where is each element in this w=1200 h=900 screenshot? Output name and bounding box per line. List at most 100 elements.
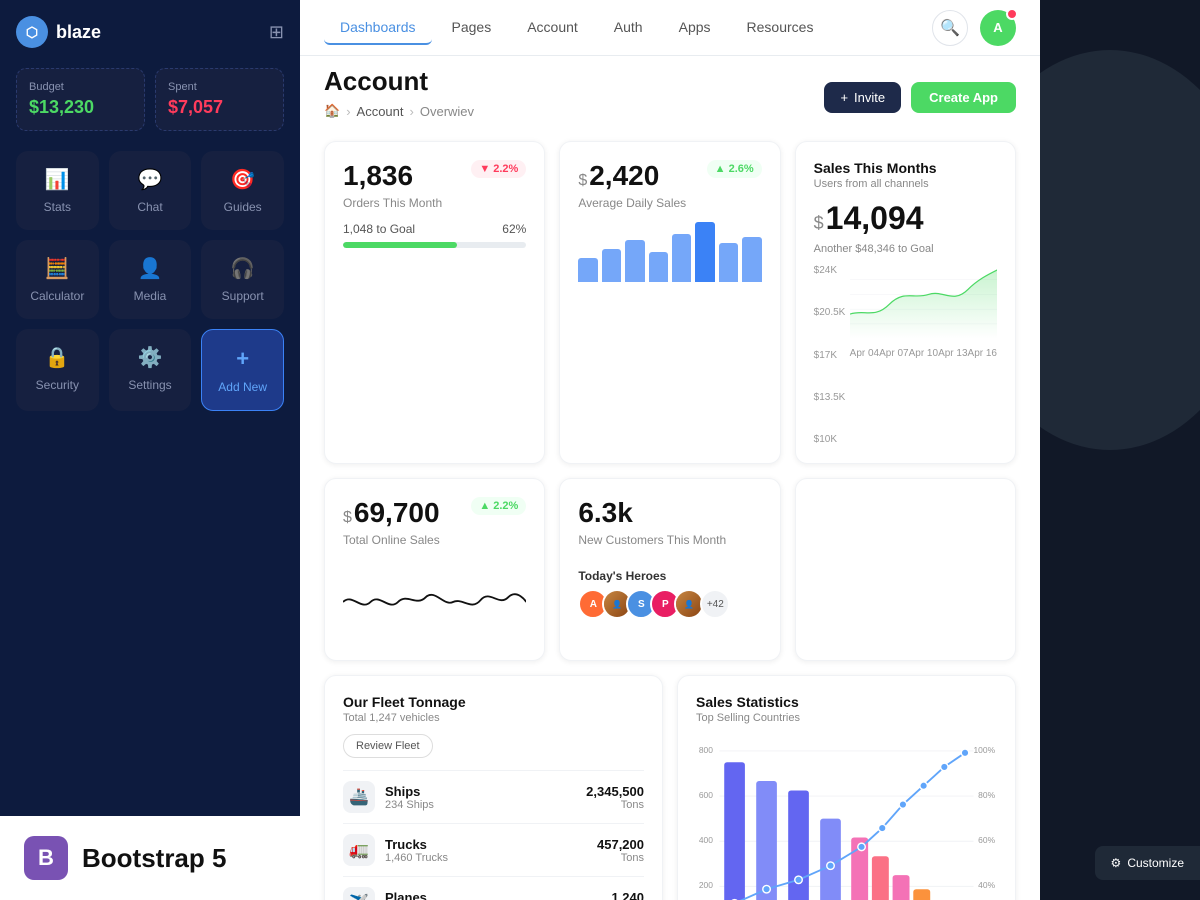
- online-sales-value-wrap: $ 69,700: [343, 497, 440, 529]
- online-sales-card: $ 69,700 ▲ 2.2% Total Online Sales: [324, 478, 545, 661]
- heroes-section: Today's Heroes A 👤 S P 👤 +42: [578, 569, 761, 619]
- tab-auth[interactable]: Auth: [598, 11, 659, 45]
- heroes-label: Today's Heroes: [578, 569, 761, 583]
- review-fleet-button[interactable]: Review Fleet: [343, 734, 433, 758]
- online-sales-currency: $: [343, 509, 352, 527]
- sales-month-subtitle: Users from all channels: [814, 178, 997, 190]
- sidebar-item-calculator[interactable]: 🧮 Calculator: [16, 240, 99, 319]
- planes-amount: 1,240: [611, 890, 644, 900]
- orders-label: Orders This Month: [343, 196, 526, 210]
- invite-plus-icon: +: [840, 90, 848, 105]
- ships-amount: 2,345,500: [586, 784, 644, 799]
- support-icon: 🎧: [230, 256, 255, 281]
- menu-toggle-icon[interactable]: ⊞: [269, 22, 284, 43]
- svg-text:400: 400: [699, 835, 713, 845]
- tab-apps[interactable]: Apps: [663, 11, 727, 45]
- sales-big-value-wrap: $ 14,094: [814, 200, 997, 241]
- spent-label: Spent: [168, 81, 271, 93]
- page-title-section: Account 🏠 › Account › Overwiev: [324, 66, 474, 129]
- orders-progress: 1,048 to Goal 62%: [343, 222, 526, 248]
- orders-value: 1,836: [343, 160, 413, 192]
- breadcrumb-parent: Account: [357, 104, 404, 119]
- planes-info: Planes 8 Aircrafts: [385, 890, 434, 900]
- daily-sales-stat-main: $ 2,420 ▲ 2.6%: [578, 160, 761, 192]
- support-label: Support: [222, 289, 264, 303]
- trucks-name: Trucks: [385, 837, 448, 852]
- stats-row-2: $ 69,700 ▲ 2.2% Total Online Sales 6.3k …: [324, 478, 1016, 661]
- customers-card: 6.3k New Customers This Month Today's He…: [559, 478, 780, 661]
- ships-unit: Tons: [586, 799, 644, 811]
- spent-card: Spent $7,057: [155, 68, 284, 131]
- sidebar-item-add-new[interactable]: + Add New: [201, 329, 284, 411]
- y-label-5: $10K: [814, 434, 846, 445]
- online-sales-value: 69,700: [354, 497, 440, 529]
- add-new-label: Add New: [218, 380, 267, 394]
- create-app-button[interactable]: Create App: [911, 82, 1016, 113]
- user-avatar[interactable]: A: [980, 10, 1016, 46]
- bootstrap-badge: B Bootstrap 5: [0, 816, 300, 900]
- customers-label: New Customers This Month: [578, 533, 761, 547]
- daily-sales-value: 2,420: [589, 160, 659, 192]
- sidebar-item-support[interactable]: 🎧 Support: [201, 240, 284, 319]
- fleet-title: Our Fleet Tonnage: [343, 694, 644, 710]
- tab-dashboards[interactable]: Dashboards: [324, 11, 432, 45]
- customize-icon: ⚙: [1111, 856, 1122, 870]
- tab-pages[interactable]: Pages: [436, 11, 508, 45]
- sales-month-card: Sales This Months Users from all channel…: [795, 141, 1016, 464]
- sidebar-item-media[interactable]: 👤 Media: [109, 240, 192, 319]
- daily-sales-value-wrap: $ 2,420: [578, 160, 659, 192]
- bar-5: [672, 234, 691, 282]
- right-panel: ⚙ Customize: [1040, 0, 1200, 900]
- page-title: Account: [324, 66, 474, 97]
- logo-area: ⬡ blaze: [16, 16, 101, 48]
- invite-button[interactable]: + Invite: [824, 82, 901, 113]
- online-sales-badge: ▲ 2.2%: [471, 497, 526, 515]
- sidebar-item-settings[interactable]: ⚙️ Settings: [109, 329, 192, 411]
- tab-resources[interactable]: Resources: [731, 11, 830, 45]
- ships-icon: 🚢: [343, 781, 375, 813]
- x-label-2: Apr 07: [879, 348, 908, 359]
- sidebar-item-guides[interactable]: 🎯 Guides: [201, 151, 284, 230]
- chart-x-labels: Apr 04 Apr 07 Apr 10 Apr 13 Apr 16: [850, 348, 997, 359]
- stats-icon: 📊: [45, 167, 70, 192]
- online-sales-label: Total Online Sales: [343, 533, 526, 547]
- settings-label: Settings: [128, 378, 171, 392]
- ships-sub: 234 Ships: [385, 799, 434, 811]
- sidebar: ⬡ blaze ⊞ Budget $13,230 Spent $7,057 📊 …: [0, 0, 300, 900]
- sidebar-item-stats[interactable]: 📊 Stats: [16, 151, 99, 230]
- trucks-sub: 1,460 Trucks: [385, 852, 448, 864]
- customize-button[interactable]: ⚙ Customize: [1095, 846, 1200, 880]
- heroes-avatars: A 👤 S P 👤 +42: [578, 589, 761, 619]
- fleet-card: Our Fleet Tonnage Total 1,247 vehicles R…: [324, 675, 663, 900]
- sales-stats-title: Sales Statistics: [696, 694, 997, 710]
- svg-text:600: 600: [699, 790, 713, 800]
- sales-month-currency: $: [814, 213, 824, 234]
- trucks-info: Trucks 1,460 Trucks: [385, 837, 448, 864]
- breadcrumb-current: Overwiev: [420, 104, 474, 119]
- bar-3: [625, 240, 644, 282]
- bar-6: [695, 222, 714, 282]
- add-new-icon: +: [236, 346, 249, 372]
- media-label: Media: [134, 289, 167, 303]
- daily-sales-label: Average Daily Sales: [578, 196, 761, 210]
- green-line-svg: [850, 265, 997, 339]
- y-label-2: $20.5K: [814, 307, 846, 318]
- online-sales-main: $ 69,700 ▲ 2.2%: [343, 497, 526, 529]
- bootstrap-b-icon: B: [24, 836, 68, 880]
- progress-header: 1,048 to Goal 62%: [343, 222, 526, 236]
- avatar-notification-badge: [1006, 8, 1018, 20]
- fleet-item-trucks: 🚛 Trucks 1,460 Trucks 457,200 Tons: [343, 823, 644, 876]
- progress-bar: [343, 242, 526, 248]
- sidebar-item-chat[interactable]: 💬 Chat: [109, 151, 192, 230]
- budget-value: $13,230: [29, 97, 132, 118]
- fleet-item-left-planes: ✈️ Planes 8 Aircrafts: [343, 887, 434, 900]
- budget-label: Budget: [29, 81, 132, 93]
- tab-account[interactable]: Account: [511, 11, 594, 45]
- x-label-4: Apr 13: [938, 348, 967, 359]
- svg-text:200: 200: [699, 880, 713, 890]
- sidebar-item-security[interactable]: 🔒 Security: [16, 329, 99, 411]
- hero-count: +42: [700, 589, 730, 619]
- trucks-value: 457,200 Tons: [597, 837, 644, 864]
- sales-stats-card: Sales Statistics Top Selling Countries 8…: [677, 675, 1016, 900]
- search-button[interactable]: 🔍: [932, 10, 968, 46]
